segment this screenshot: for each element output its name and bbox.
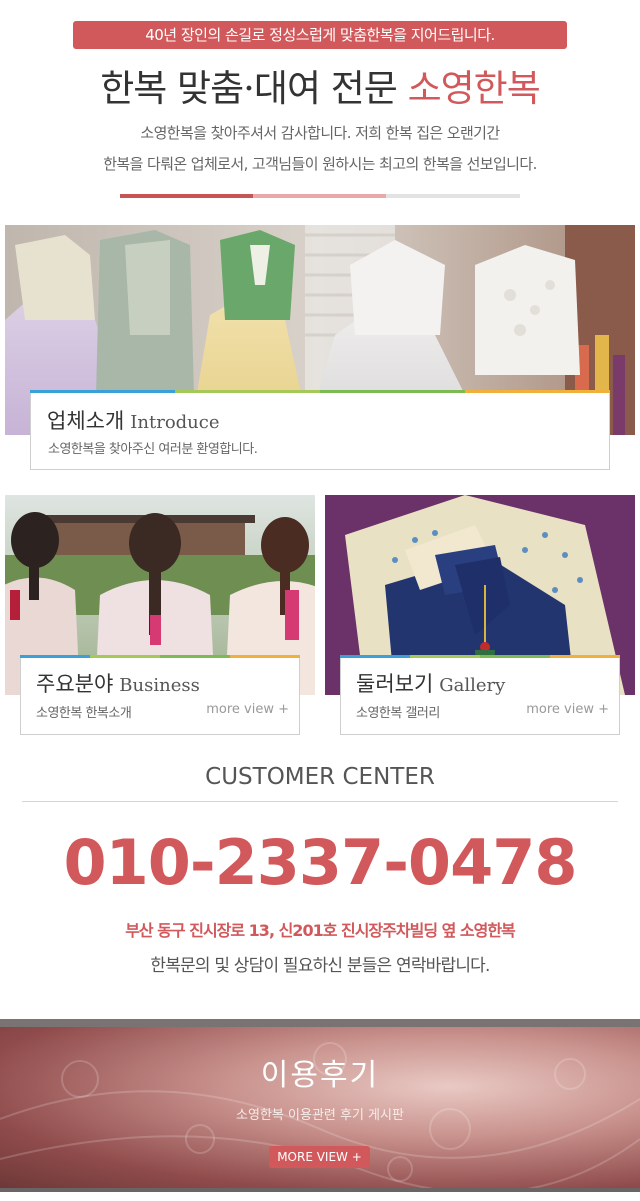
caption-stripe [340, 655, 620, 658]
customer-center-divider [22, 801, 618, 802]
business-title-en: Business [119, 675, 200, 696]
divider-segment-3 [386, 194, 520, 198]
intro-text-line-2: 한복을 다뤄온 업체로서, 고객님들이 원하시는 최고의 한복을 선보입니다. [103, 155, 537, 173]
review-subtitle: 소영한복 이용관련 후기 게시판 [236, 1108, 404, 1123]
review-more-button[interactable]: MORE VIEW + [269, 1146, 370, 1168]
contact-note: 한복문의 및 상담이 필요하신 분들은 연락바랍니다. [150, 956, 490, 976]
page-title-main: 한복 맞춤·대여 전문 [100, 67, 398, 110]
footer-line [0, 1188, 640, 1192]
divider-segment-2 [253, 194, 386, 198]
introduce-caption-box[interactable]: 업체소개 Introduce 소영한복을 찾아주신 여러분 환영합니다. [30, 390, 610, 470]
store-address: 부산 동구 진시장로 13, 신201호 진시장주차빌딩 옆 소영한복 [125, 921, 516, 940]
page-title-accent: 소영한복 [407, 67, 541, 110]
tagline-banner: 40년 장인의 손길로 정성스럽게 맞춤한복을 지어드립니다. [73, 21, 567, 49]
gallery-title: 둘러보기 Gallery [356, 668, 505, 698]
caption-stripe [30, 390, 610, 393]
phone-number[interactable]: 010-2337-0478 [0, 826, 640, 899]
introduce-title-en: Introduce [130, 412, 220, 433]
review-title: 이용후기 [260, 1058, 380, 1093]
gallery-subtitle: 소영한복 갤러리 [356, 706, 440, 721]
caption-stripe [20, 655, 300, 658]
intro-text-line-1: 소영한복을 찾아주셔서 감사합니다. 저희 한복 집은 오랜기간 [140, 124, 500, 142]
introduce-title: 업체소개 Introduce [47, 405, 220, 435]
business-subtitle: 소영한복 한복소개 [36, 706, 132, 721]
page-title: 한복 맞춤·대여 전문 소영한복 [0, 58, 640, 112]
business-title-ko: 주요분야 [36, 672, 114, 696]
introduce-title-ko: 업체소개 [47, 409, 125, 433]
divider-segment-1 [120, 194, 253, 198]
business-caption-box[interactable]: 주요분야 Business 소영한복 한복소개 more view + [20, 655, 300, 735]
introduce-subtitle: 소영한복을 찾아주신 여러분 환영합니다. [48, 442, 258, 457]
business-more-link[interactable]: more view + [206, 702, 289, 717]
gallery-title-ko: 둘러보기 [356, 672, 434, 696]
review-top-bar [0, 1019, 640, 1027]
gallery-caption-box[interactable]: 둘러보기 Gallery 소영한복 갤러리 more view + [340, 655, 620, 735]
business-title: 주요분야 Business [36, 668, 200, 698]
customer-center-title: CUSTOMER CENTER [205, 764, 435, 790]
gallery-more-link[interactable]: more view + [526, 702, 609, 717]
gallery-title-en: Gallery [439, 675, 506, 696]
